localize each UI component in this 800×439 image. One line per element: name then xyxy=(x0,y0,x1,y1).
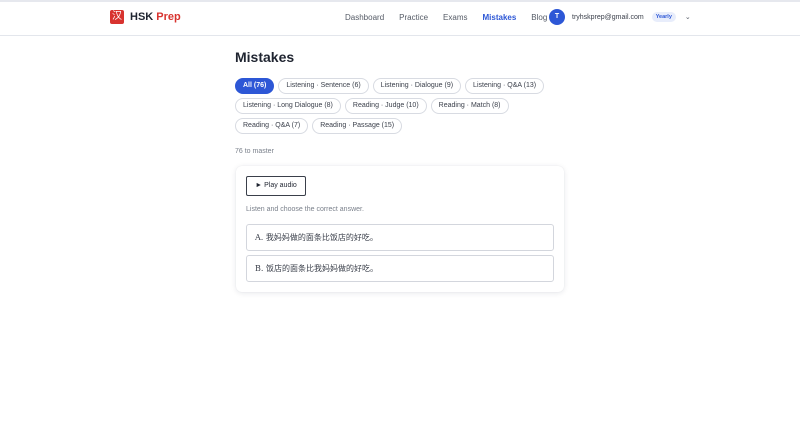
logo-text: HSK Prep xyxy=(130,11,181,23)
nav-dashboard[interactable]: Dashboard xyxy=(345,13,384,22)
user-email: tryhskprep@gmail.com xyxy=(572,13,644,21)
nav-blog[interactable]: Blog xyxy=(531,13,547,22)
logo[interactable]: 汉 HSK Prep xyxy=(110,10,181,24)
filter-chip-reading-match[interactable]: Reading · Match (8) xyxy=(430,98,509,114)
mistake-count: 76 to master xyxy=(235,148,274,155)
filter-chips: All (76) Listening · Sentence (6) Listen… xyxy=(235,78,565,134)
logo-name-main: HSK xyxy=(130,11,154,23)
filter-chip-listening-dialogue[interactable]: Listening · Dialogue (9) xyxy=(372,78,462,94)
logo-mark-icon: 汉 xyxy=(110,10,124,24)
top-navbar: 汉 HSK Prep Dashboard Practice Exams Mist… xyxy=(0,2,800,36)
chevron-down-icon[interactable]: ⌄ xyxy=(685,13,691,21)
filter-chip-all[interactable]: All (76) xyxy=(235,78,275,94)
main-nav: Dashboard Practice Exams Mistakes Blog xyxy=(345,13,547,22)
filter-chip-reading-judge[interactable]: Reading · Judge (10) xyxy=(344,98,427,114)
user-menu[interactable]: T tryhskprep@gmail.com Yearly ⌄ xyxy=(549,9,691,25)
plan-badge: Yearly xyxy=(651,12,676,22)
filter-chip-reading-qa[interactable]: Reading · Q&A (7) xyxy=(235,118,309,134)
nav-exams[interactable]: Exams xyxy=(443,13,467,22)
filter-chip-listening-qa[interactable]: Listening · Q&A (13) xyxy=(465,78,545,94)
nav-mistakes[interactable]: Mistakes xyxy=(483,13,517,22)
filter-chip-listening-long-dialogue[interactable]: Listening · Long Dialogue (8) xyxy=(235,98,341,114)
logo-name-accent: Prep xyxy=(156,11,181,23)
avatar[interactable]: T xyxy=(549,9,565,25)
answer-option-a[interactable]: A. 我妈妈做的面条比饭店的好吃。 xyxy=(246,224,554,251)
page-title: Mistakes xyxy=(235,49,295,65)
filter-chip-reading-passage[interactable]: Reading · Passage (15) xyxy=(312,118,403,134)
play-audio-button[interactable]: ► Play audio xyxy=(246,176,306,196)
question-instruction: Listen and choose the correct answer. xyxy=(246,206,364,213)
answer-option-b[interactable]: B. 饭店的面条比我妈妈做的好吃。 xyxy=(246,255,554,282)
filter-chip-listening-sentence[interactable]: Listening · Sentence (6) xyxy=(278,78,369,94)
question-card: ► Play audio Listen and choose the corre… xyxy=(236,166,564,292)
nav-practice[interactable]: Practice xyxy=(399,13,428,22)
